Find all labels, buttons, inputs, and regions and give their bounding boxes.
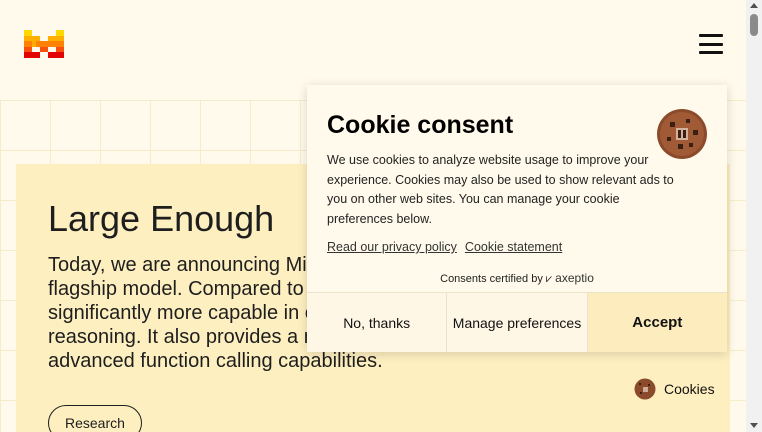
vertical-scrollbar[interactable] <box>746 0 762 432</box>
scroll-up-icon[interactable] <box>750 3 758 8</box>
cookie-button-row: No, thanks Manage preferences Accept <box>307 292 727 352</box>
certified-text: Consents certified by <box>440 273 543 285</box>
hero-body-line: reasoning. It also provides a n <box>48 326 315 348</box>
no-thanks-button[interactable]: No, thanks <box>307 293 447 352</box>
hamburger-line <box>699 51 723 54</box>
cookie-statement-link[interactable]: Cookie statement <box>465 240 562 254</box>
cookie-description: We use cookies to analyze website usage … <box>327 153 674 226</box>
consent-certification: Consents certified by ⩗ axeptio <box>307 271 727 286</box>
scroll-down-icon[interactable] <box>750 423 758 428</box>
mistral-logo-icon[interactable] <box>24 30 64 58</box>
hero-body-line: Today, we are announcing Mi <box>48 254 307 276</box>
hero-body-line: flagship model. Compared to <box>48 278 304 300</box>
research-tag-button[interactable]: Research <box>48 405 142 432</box>
manage-preferences-button[interactable]: Manage preferences <box>446 293 588 352</box>
cookie-title: Cookie consent <box>327 111 514 139</box>
hero-body-line: advanced function calling capabilities. <box>48 350 383 372</box>
privacy-policy-link[interactable]: Read our privacy policy <box>327 240 457 254</box>
hamburger-line <box>699 42 723 46</box>
hero-title: Large Enough <box>48 198 275 239</box>
cookies-widget-button[interactable]: Cookies <box>634 377 715 401</box>
scrollbar-thumb[interactable] <box>750 14 758 36</box>
accept-button[interactable]: Accept <box>587 293 727 352</box>
axeptio-logo-icon: ⩗ <box>545 273 556 285</box>
certified-brand: axeptio <box>555 271 594 285</box>
cookies-widget-label: Cookies <box>664 381 715 397</box>
hero-body-line: significantly more capable in c <box>48 302 315 324</box>
hamburger-menu-icon[interactable] <box>699 34 723 54</box>
cookie-links: Read our privacy policy Cookie statement <box>327 240 562 254</box>
hamburger-line <box>699 34 723 37</box>
cookie-consent-dialog: Cookie consent We use cookies to analyze… <box>307 85 727 352</box>
cookie-icon <box>634 378 656 400</box>
